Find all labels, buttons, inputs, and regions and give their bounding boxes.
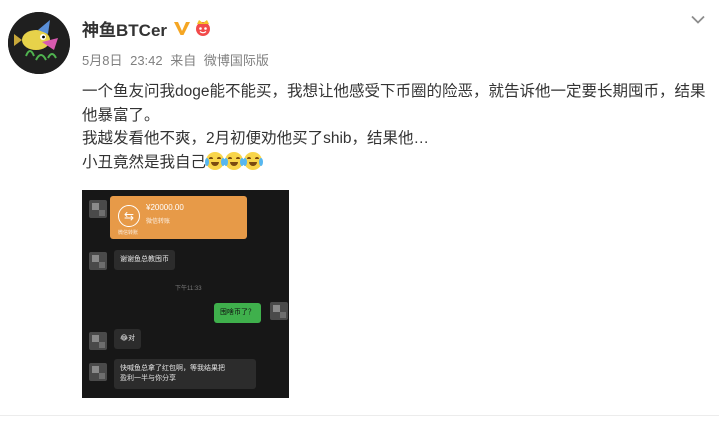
- post-paragraph-text: 小丑竟然是我自己: [82, 153, 207, 171]
- transfer-amount: ¥20000.00: [146, 203, 184, 212]
- post-paragraph: 我越发看他不爽，2月初便劝他买了shib，结果他…: [82, 130, 430, 147]
- chat-line: 盈利一半与你分享: [120, 375, 176, 382]
- name-row: 神鱼BTCer: [82, 15, 213, 41]
- chat-message: 谢谢鱼总教囤币: [114, 250, 175, 270]
- source-prefix: 来自: [170, 53, 197, 68]
- laugh-cry-emoji-icon: [243, 151, 264, 170]
- laugh-cry-emoji-icon: [224, 151, 245, 170]
- card-divider: [0, 415, 719, 416]
- post-paragraph-last: 小丑竟然是我自己: [82, 151, 710, 175]
- post-date[interactable]: 5月8日: [82, 53, 122, 68]
- chat-avatar: [89, 252, 107, 270]
- transfer-card: ⇆ ¥20000.00 微信转账 微信转账: [110, 196, 247, 239]
- chat-timestamp: 下午11:33: [175, 286, 202, 292]
- transfer-footer: 微信转账: [118, 230, 139, 236]
- chat-message: 😂对: [114, 329, 142, 349]
- v-verified-icon[interactable]: [173, 20, 191, 36]
- chat-avatar: [89, 332, 107, 350]
- crown-badge-icon[interactable]: [193, 18, 213, 38]
- chevron-down-icon: [691, 15, 705, 24]
- post-meta: 5月8日 23:42 来自 微博国际版: [82, 50, 273, 69]
- user-name[interactable]: 神鱼BTCer: [82, 16, 167, 41]
- avatar[interactable]: [8, 12, 70, 74]
- post-paragraph: 一个鱼友问我doge能不能买，我想让他感受下币圈的险恶，就告诉他一定要长期囤币，…: [82, 83, 706, 124]
- fish-avatar-icon: [8, 12, 70, 74]
- chat-avatar: [89, 363, 107, 381]
- transfer-arrows-icon: ⇆: [118, 205, 140, 227]
- chat-reply: 囤啥币了？: [214, 303, 261, 323]
- more-options-button[interactable]: [687, 10, 709, 28]
- post-time[interactable]: 23:42: [130, 53, 163, 68]
- laugh-cry-emoji-icon: [205, 151, 226, 170]
- chat-avatar-self: [270, 302, 288, 320]
- post-text: 一个鱼友问我doge能不能买，我想让他感受下币圈的险恶，就告诉他一定要长期囤币，…: [82, 80, 710, 174]
- chat-message-multiline: 快喊鱼总拿了红包啊，等我结果把 盈利一半与你分享: [114, 359, 256, 389]
- post-source[interactable]: 微博国际版: [204, 53, 269, 68]
- transfer-desc: 微信转账: [146, 219, 171, 225]
- chat-avatar: [89, 200, 107, 218]
- chat-line: 快喊鱼总拿了红包啊，等我结果把: [120, 365, 225, 372]
